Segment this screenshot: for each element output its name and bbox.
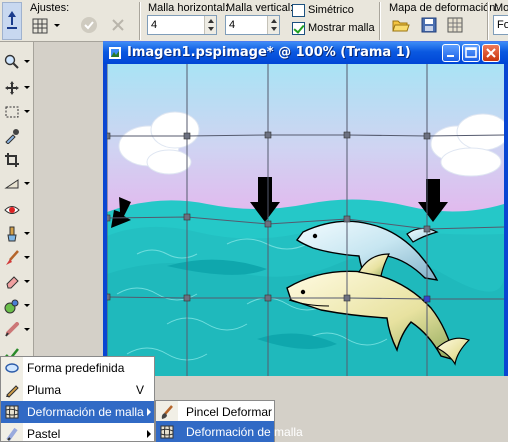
- malla-vertical-stepper[interactable]: [267, 16, 279, 34]
- presets-button[interactable]: [30, 16, 64, 36]
- menu-item-label: Pastel: [27, 427, 61, 441]
- zoom-tool[interactable]: [4, 52, 30, 72]
- pen-icon: [6, 385, 19, 398]
- brush-icon: [6, 250, 19, 265]
- eyedropper-icon: [5, 129, 19, 144]
- clone-icon: [7, 226, 17, 242]
- open-folder-icon[interactable]: [392, 16, 412, 36]
- separator: [487, 2, 489, 40]
- save-icon[interactable]: [420, 16, 440, 36]
- simetrico-label: Simétrico: [308, 4, 354, 16]
- menu-item-pastel[interactable]: Pastel: [1, 423, 154, 442]
- apply-icon[interactable]: [80, 16, 100, 36]
- mesh-save-icon[interactable]: [446, 16, 466, 36]
- psp-file-icon: [109, 47, 121, 59]
- document-titlebar[interactable]: Imagen1.pspimage* @ 100% (Trama 1): [103, 42, 508, 64]
- image-canvas[interactable]: [107, 64, 504, 376]
- move-tool[interactable]: [4, 78, 30, 98]
- close-button[interactable]: [482, 44, 500, 62]
- close-icon: [486, 48, 496, 58]
- eraser-tool[interactable]: [4, 272, 30, 292]
- mapa-deformacion-label: Mapa de deformación:: [389, 2, 499, 14]
- submenu-item-label: Deformación de malla: [186, 425, 303, 439]
- warp-brush-icon: [161, 405, 173, 419]
- modo-value: Fo: [497, 19, 508, 31]
- maximize-icon: [465, 47, 477, 58]
- document-title: Imagen1.pspimage* @ 100% (Trama 1): [127, 45, 411, 60]
- crop-icon: [5, 153, 19, 167]
- submenu-arrow-icon: [147, 408, 151, 416]
- menu-item-label: Pluma: [27, 383, 62, 397]
- straighten-icon: [4, 179, 19, 189]
- malla-vertical-label: Malla vertical:: [226, 2, 294, 14]
- minimize-button[interactable]: [442, 44, 460, 62]
- tool-flyout-menu: Forma predefinida Pluma V Deformación de…: [0, 356, 155, 442]
- clone-tool[interactable]: [4, 224, 30, 244]
- separator: [379, 2, 381, 40]
- menu-item-deformacion-de-malla[interactable]: Deformación de malla: [1, 401, 154, 423]
- mesh-warp-icon: [5, 405, 19, 419]
- submenu-item-deformacion-de-malla[interactable]: Deformación de malla: [156, 421, 303, 442]
- menu-item-label: Forma predefinida: [27, 361, 125, 375]
- submenu-item-pincel-deformar[interactable]: Pincel Deformar: [156, 401, 274, 423]
- menu-item-forma-predefinida[interactable]: Forma predefinida: [1, 357, 154, 379]
- move-icon: [5, 81, 19, 95]
- malla-horizontal-label: Malla horizontal:: [148, 2, 229, 14]
- menu-item-label: Deformación de malla: [27, 405, 144, 419]
- airbrush-tool[interactable]: [4, 296, 30, 316]
- crop-tool[interactable]: [4, 150, 28, 170]
- ajustes-label: Ajustes:: [30, 2, 70, 14]
- malla-vertical-value: 4: [229, 19, 236, 31]
- warp-submenu: Pincel Deformar Deformación de malla: [155, 400, 303, 442]
- eraser-icon: [6, 276, 19, 289]
- simetrico-checkbox[interactable]: [292, 4, 305, 17]
- modo-label: Mo: [494, 2, 508, 14]
- modo-select[interactable]: Fo: [493, 15, 508, 35]
- red-eye-tool[interactable]: [4, 200, 28, 220]
- malla-horizontal-input[interactable]: 4: [147, 15, 217, 35]
- mostrar-malla-label: Mostrar malla: [308, 22, 375, 34]
- submenu-item-label: Pincel Deformar: [186, 405, 273, 419]
- menu-item-pluma[interactable]: Pluma V: [1, 379, 154, 401]
- zoom-icon: [4, 54, 19, 69]
- straighten-tool[interactable]: [4, 174, 30, 194]
- red-eye-icon: [4, 206, 20, 214]
- smudge-icon: [5, 322, 19, 337]
- malla-horizontal-stepper[interactable]: [204, 16, 216, 34]
- document-window: Imagen1.pspimage* @ 100% (Trama 1): [103, 41, 508, 376]
- cancel-icon[interactable]: [110, 17, 128, 35]
- preset-shape-icon: [5, 363, 19, 373]
- mesh-warp-icon: [160, 425, 174, 439]
- tool-options-bar: Ajustes: Malla horizontal: 4 Malla verti…: [0, 0, 508, 42]
- minimize-icon: [447, 55, 454, 57]
- maximize-button[interactable]: [462, 44, 480, 62]
- pastel-icon: [6, 427, 18, 442]
- malla-horizontal-value: 4: [151, 19, 158, 31]
- canvas-image: [107, 64, 504, 376]
- eyedropper-tool[interactable]: [4, 126, 28, 146]
- paint-brush-tool[interactable]: [4, 248, 30, 268]
- submenu-arrow-icon: [147, 430, 151, 438]
- options-grip[interactable]: [2, 2, 22, 40]
- airbrush-icon: [4, 299, 19, 314]
- separator: [139, 2, 141, 40]
- selection-icon: [5, 106, 19, 118]
- mostrar-malla-checkbox[interactable]: [292, 22, 305, 35]
- smudge-tool[interactable]: [4, 320, 30, 340]
- malla-vertical-input[interactable]: 4: [225, 15, 280, 35]
- selection-tool[interactable]: [4, 102, 30, 122]
- menu-item-shortcut: V: [136, 383, 145, 397]
